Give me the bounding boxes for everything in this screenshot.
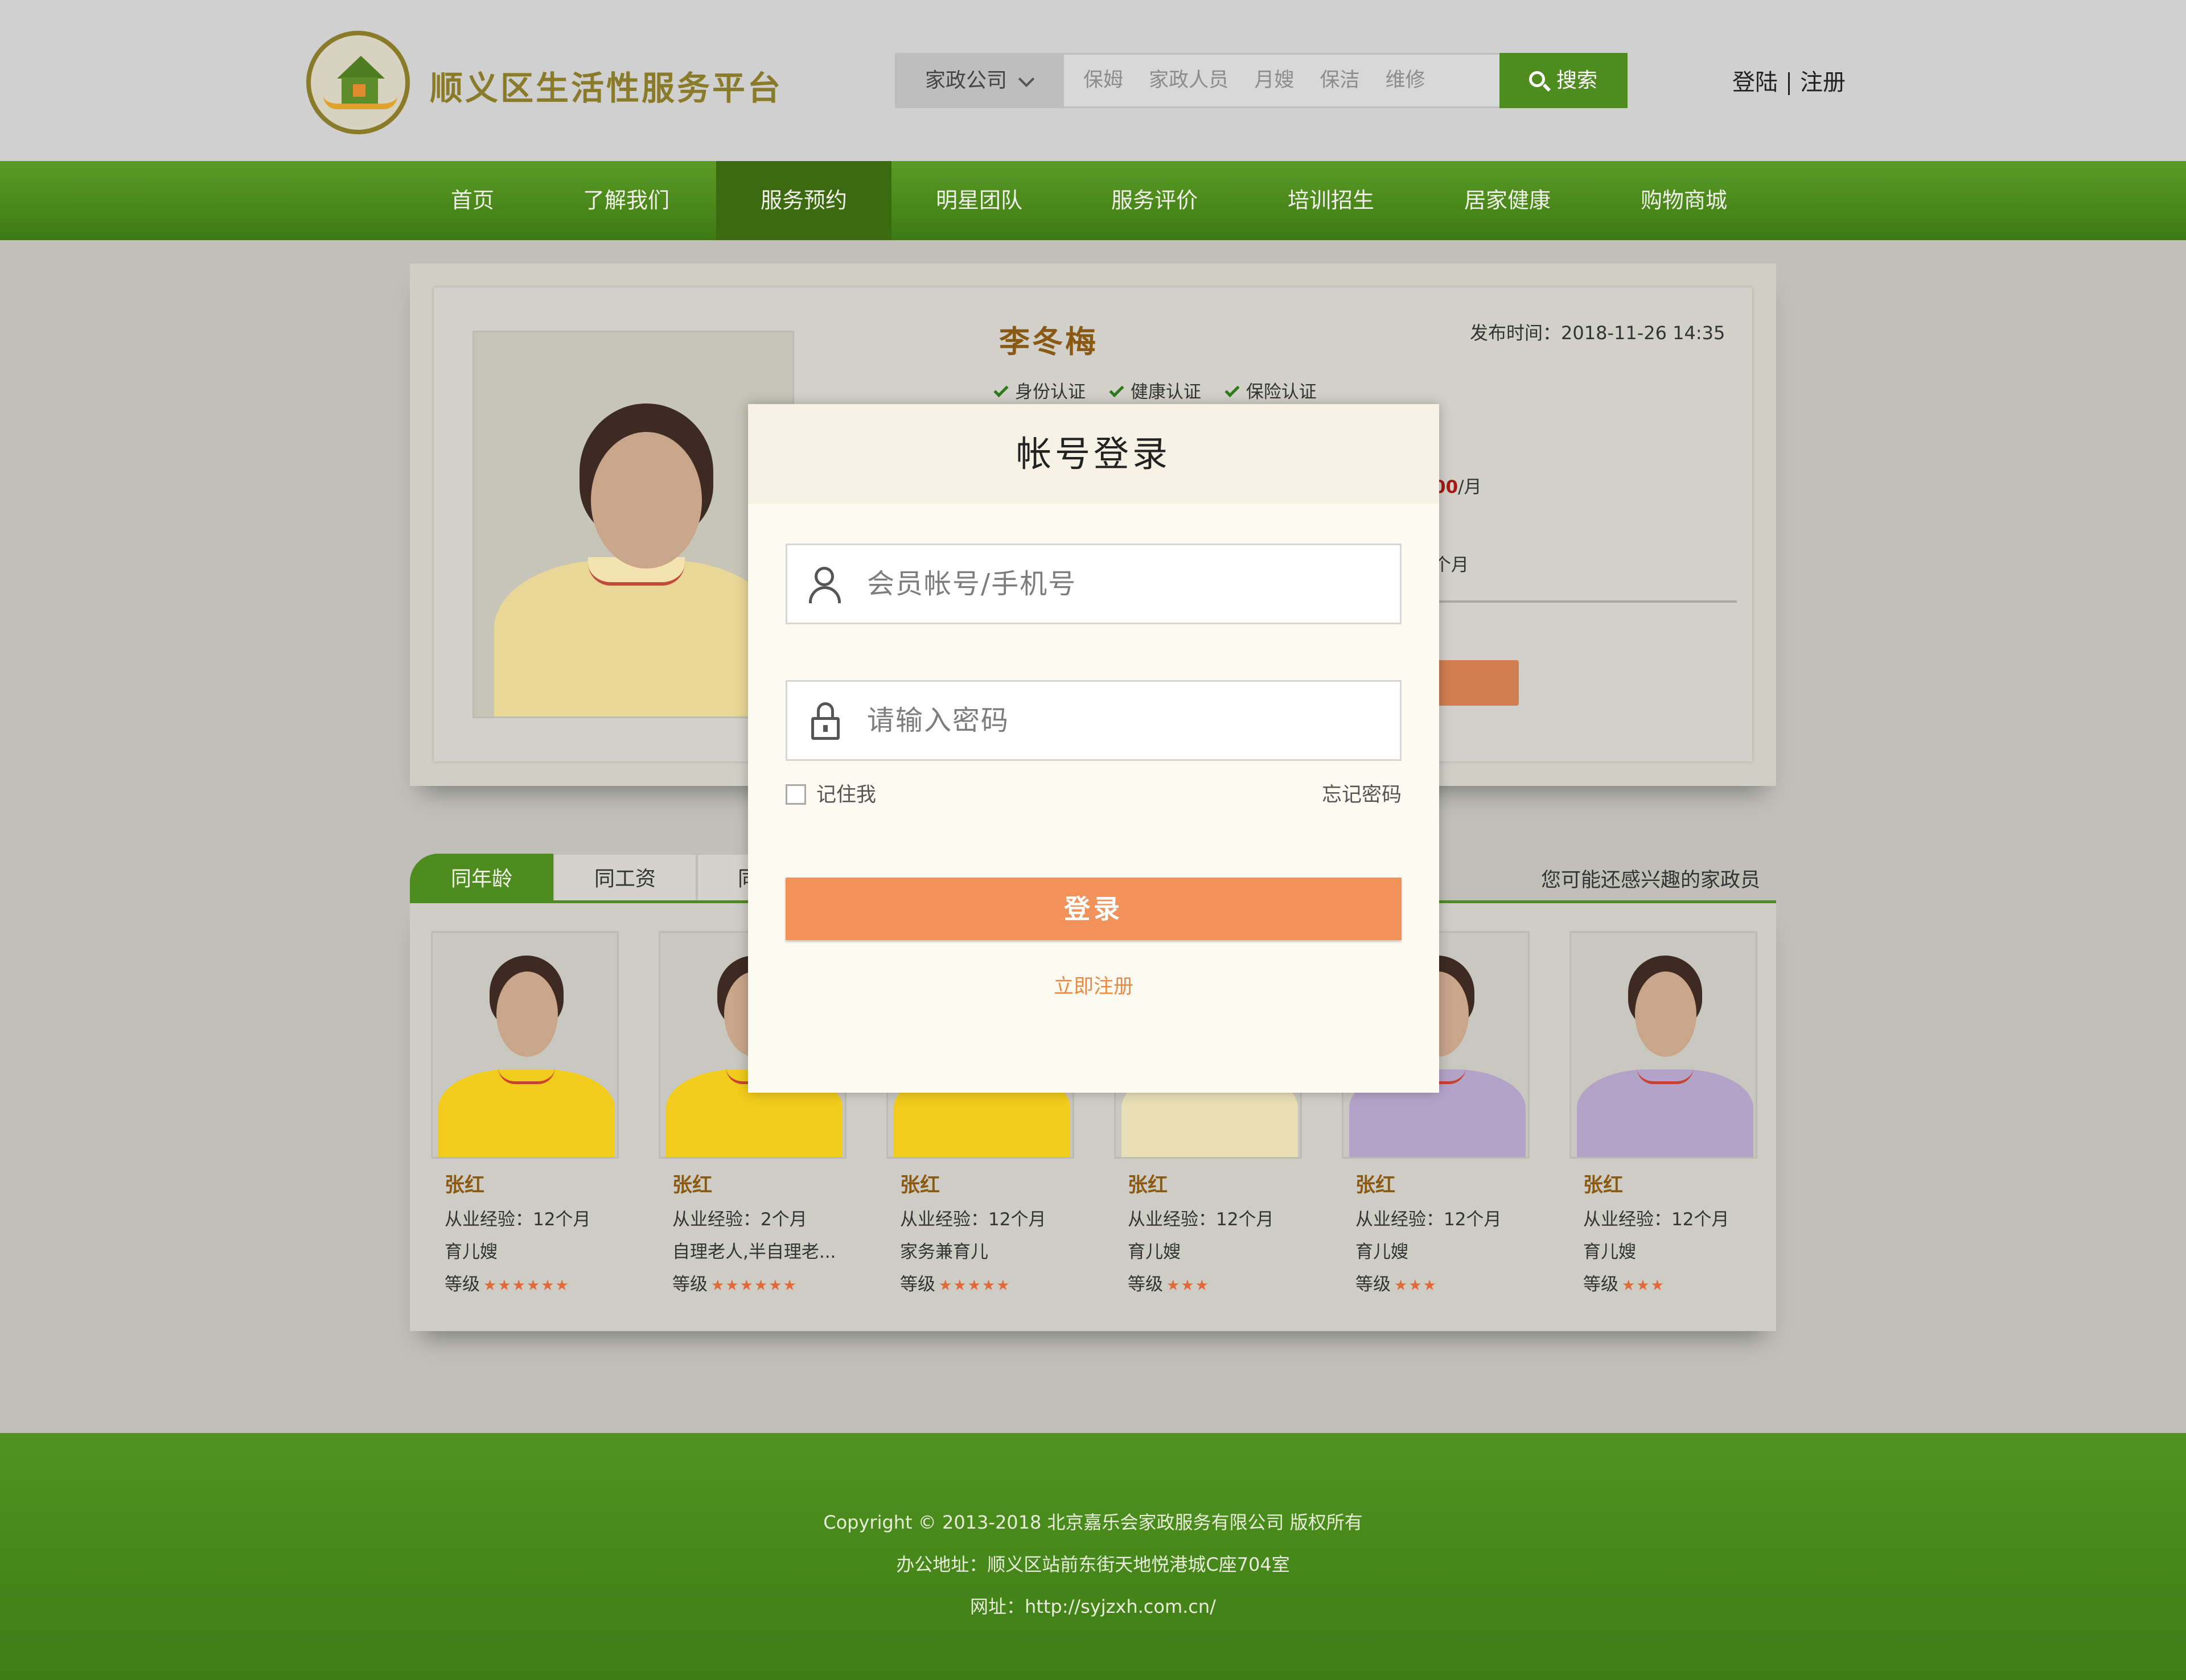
register-now-link[interactable]: 立即注册: [748, 970, 1439, 999]
remember-me[interactable]: 记住我: [786, 779, 876, 808]
login-modal: 帐号登录 会员帐号/手机号 请输入密码 记住我 忘记密码 登录 立即注册: [748, 404, 1439, 1093]
forgot-password-link[interactable]: 忘记密码: [1322, 779, 1402, 808]
modal-title: 帐号登录: [748, 404, 1439, 504]
login-button[interactable]: 登录: [786, 878, 1402, 940]
password-field[interactable]: 请输入密码: [786, 680, 1402, 761]
remember-checkbox[interactable]: [786, 784, 806, 805]
site-footer: Copyright © 2013-2018 北京嘉乐会家政服务有限公司 版权所有…: [0, 1433, 2186, 1680]
account-field[interactable]: 会员帐号/手机号: [786, 543, 1402, 624]
website-text[interactable]: 网址：http://syjzxh.com.cn/: [0, 1592, 2186, 1619]
copyright-text: Copyright © 2013-2018 北京嘉乐会家政服务有限公司 版权所有: [823, 1512, 1363, 1533]
account-placeholder: 会员帐号/手机号: [867, 568, 1077, 600]
address-text: 办公地址：顺义区站前东街天地悦港城C座704室: [896, 1554, 1290, 1575]
password-placeholder: 请输入密码: [867, 705, 1010, 736]
remember-label: 记住我: [816, 784, 877, 806]
